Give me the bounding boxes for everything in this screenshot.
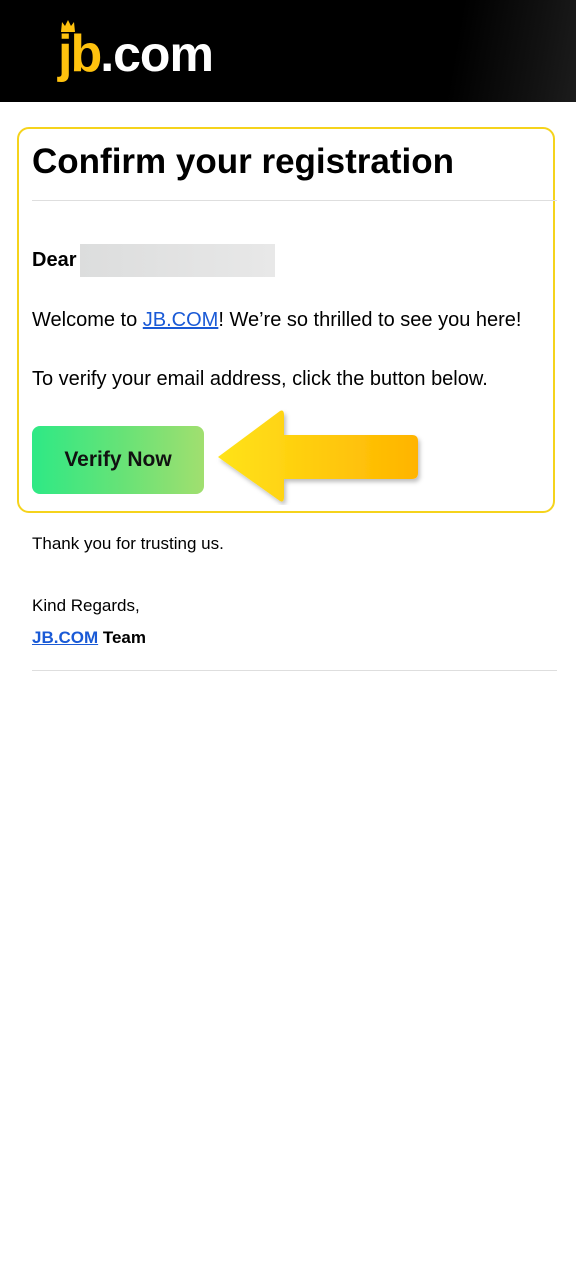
logo-jb-text: jb bbox=[58, 20, 102, 80]
signature-team-label: Team bbox=[98, 628, 146, 647]
jb-com-link[interactable]: JB.COM bbox=[143, 309, 219, 331]
page-title: Confirm your registration bbox=[32, 142, 454, 181]
brand-logo[interactable]: jb .com bbox=[58, 20, 214, 82]
regards-line: Kind Regards, bbox=[32, 596, 140, 615]
welcome-prefix: Welcome to bbox=[32, 309, 143, 331]
arrow-left-icon bbox=[218, 410, 418, 502]
welcome-message: Welcome to JB.COM! We’re so thrilled to … bbox=[32, 306, 521, 334]
footer-divider bbox=[32, 670, 557, 671]
welcome-suffix: ! We’re so thrilled to see you here! bbox=[218, 309, 522, 331]
greeting-label: Dear bbox=[32, 248, 77, 271]
redacted-recipient-name bbox=[80, 243, 276, 277]
logo-com-text: .com bbox=[100, 26, 214, 82]
verify-now-button[interactable]: Verify Now bbox=[32, 426, 204, 494]
title-divider bbox=[32, 200, 557, 201]
greeting-row: Dear bbox=[32, 243, 276, 277]
signature-jb-com-link[interactable]: JB.COM bbox=[32, 628, 98, 647]
email-header: jb .com bbox=[0, 0, 576, 102]
verify-instruction: To verify your email address, click the … bbox=[32, 368, 488, 390]
thanks-message: Thank you for trusting us. bbox=[32, 534, 224, 553]
crown-icon bbox=[61, 20, 75, 32]
signature-line: JB.COM Team bbox=[32, 626, 146, 650]
